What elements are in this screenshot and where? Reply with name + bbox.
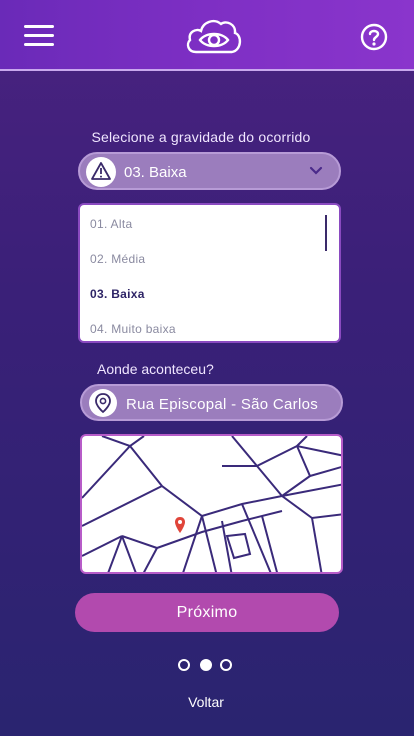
severity-option-media[interactable]: 02. Média [90,252,145,266]
back-link[interactable]: Voltar [0,694,412,710]
severity-option-alta[interactable]: 01. Alta [90,217,132,231]
severity-option-baixa[interactable]: 03. Baixa [90,287,145,301]
location-field[interactable]: Rua Episcopal - São Carlos [80,384,343,421]
street-map [82,436,341,572]
dropdown-scrollbar[interactable] [325,215,327,251]
map-pin-icon-badge [89,389,117,417]
hamburger-menu-icon[interactable] [24,24,54,48]
map-marker-icon[interactable] [173,516,187,534]
severity-select[interactable]: 03. Baixa [78,152,341,190]
severity-label: Selecione a gravidade do ocorrido [91,129,311,145]
severity-dropdown-list: 01. Alta 02. Média 03. Baixa 04. Muito b… [78,203,341,343]
question-circle-icon[interactable] [360,23,388,51]
severity-option-muito-baixa[interactable]: 04. Muito baixa [90,322,176,336]
location-value: Rua Episcopal - São Carlos [126,396,319,413]
page-dot-3[interactable] [220,659,232,671]
severity-selected-value: 03. Baixa [124,164,187,181]
map-pin-icon [95,393,111,414]
map-view[interactable] [80,434,343,574]
pagination-dots [178,657,238,673]
location-label: Aonde aconteceu? [97,361,214,377]
top-app-bar [0,0,414,71]
page-dot-1[interactable] [178,659,190,671]
page-dot-2-active[interactable] [200,659,212,671]
warning-icon-badge [86,157,116,187]
next-button[interactable]: Próximo [75,593,339,632]
chevron-down-icon[interactable] [309,166,323,176]
warning-triangle-icon [91,162,111,180]
cloud-eye-logo-icon [186,20,242,54]
